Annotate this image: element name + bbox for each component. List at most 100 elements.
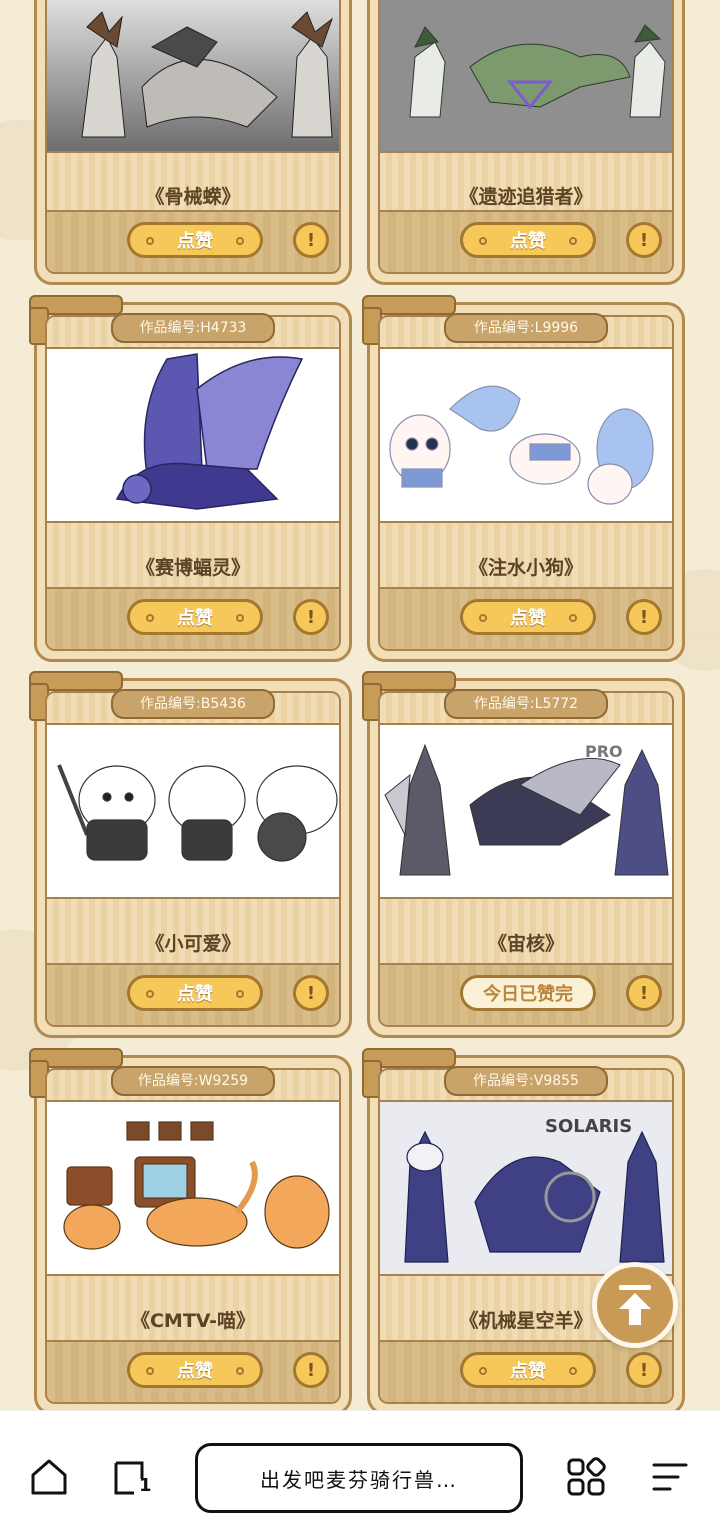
like-button[interactable]: 点赞 — [127, 975, 263, 1011]
apps-grid-icon[interactable] — [566, 1457, 606, 1497]
card-frame: PRO 《宙核》 今日已赞完 ! — [378, 691, 674, 1027]
decor-dot — [236, 237, 244, 245]
artwork-card: 作品编号:V9855 SOLARIS 《机械星空羊》 点赞 ! — [362, 1048, 685, 1415]
like-label: 点赞 — [510, 231, 546, 252]
watermark-text: SOLARIS — [545, 1116, 632, 1137]
decor-dot — [569, 614, 577, 622]
artwork-image[interactable]: SOLARIS — [380, 1100, 672, 1276]
artwork-illustration: SOLARIS — [404, 1116, 665, 1263]
card-frame: 《小可爱》 点赞 ! — [45, 691, 341, 1027]
card-footer: 点赞 ! — [47, 1340, 339, 1402]
like-label: 今日已赞完 — [483, 984, 573, 1005]
browser-bottom-bar: 1 出发吧麦芬骑行兽… — [0, 1410, 720, 1526]
artwork-id-badge: 作品编号:V9855 — [444, 1066, 608, 1096]
pipe-decoration — [362, 1048, 456, 1098]
decor-dot — [569, 237, 577, 245]
artwork-illustration — [63, 1121, 330, 1250]
decor-dot — [146, 614, 154, 622]
artwork-image[interactable] — [380, 347, 672, 523]
card-frame: 《遗迹追猎者》 点赞 ! — [378, 0, 674, 274]
artwork-card: 《遗迹追猎者》 点赞 ! — [367, 0, 685, 285]
like-button[interactable]: 点赞 — [127, 222, 263, 258]
pipe-decoration — [29, 295, 123, 345]
report-button[interactable]: ! — [293, 222, 329, 258]
card-footer: 点赞 ! — [47, 210, 339, 272]
home-icon[interactable] — [29, 1457, 69, 1497]
artwork-image[interactable]: PRO — [380, 723, 672, 899]
report-button[interactable]: ! — [626, 975, 662, 1011]
report-button[interactable]: ! — [626, 222, 662, 258]
artwork-card: 作品编号:L9996 《注水小狗》 点赞 ! — [362, 295, 685, 662]
card-frame: 《CMTV-喵》 点赞 ! — [45, 1068, 341, 1404]
like-label: 点赞 — [177, 231, 213, 252]
artwork-illustration: PRO — [384, 742, 669, 876]
artwork-id-badge: 作品编号:L9996 — [444, 313, 608, 343]
artwork-image[interactable] — [380, 0, 672, 153]
warning-icon: ! — [306, 229, 316, 251]
arrow-to-top-icon — [619, 1285, 651, 1325]
artwork-id-badge: 作品编号:L5772 — [444, 689, 608, 719]
warning-icon: ! — [639, 606, 649, 628]
card-frame: 《赛博蝠灵》 点赞 ! — [45, 315, 341, 651]
card-footer: 点赞 ! — [380, 1340, 672, 1402]
pipe-decoration — [362, 671, 456, 721]
artwork-id-badge: 作品编号:H4733 — [111, 313, 275, 343]
page-title: 出发吧麦芬骑行兽… — [260, 1467, 458, 1492]
artwork-image[interactable] — [47, 723, 339, 899]
like-button[interactable]: 今日已赞完 — [460, 975, 596, 1011]
artwork-card: 《骨械蝾》 点赞 ! — [34, 0, 352, 285]
like-label: 点赞 — [177, 1361, 213, 1382]
artwork-illustration — [57, 764, 338, 862]
warning-icon: ! — [639, 229, 649, 251]
like-button[interactable]: 点赞 — [127, 1352, 263, 1388]
like-button[interactable]: 点赞 — [460, 222, 596, 258]
card-frame: 《骨械蝾》 点赞 ! — [45, 0, 341, 274]
card-footer: 点赞 ! — [47, 963, 339, 1025]
like-label: 点赞 — [510, 1361, 546, 1382]
report-button[interactable]: ! — [293, 975, 329, 1011]
artwork-card: 作品编号:B5436 《小可爱》 点赞 ! — [29, 671, 352, 1038]
report-button[interactable]: ! — [293, 599, 329, 635]
pipe-decoration — [362, 295, 456, 345]
decor-dot — [236, 614, 244, 622]
artwork-id-badge: 作品编号:W9259 — [111, 1066, 275, 1096]
artwork-card: 作品编号:L5772 PRO 《宙核》 今日已赞完 ! — [362, 671, 685, 1038]
artwork-illustration — [115, 353, 304, 510]
warning-icon: ! — [639, 982, 649, 1004]
address-bar[interactable]: 出发吧麦芬骑行兽… — [195, 1443, 523, 1513]
menu-icon[interactable] — [650, 1457, 690, 1497]
decor-dot — [479, 237, 487, 245]
artwork-id-badge: 作品编号:B5436 — [111, 689, 275, 719]
tabs-button[interactable]: 1 — [112, 1457, 152, 1497]
watermark-text: PRO — [585, 742, 623, 761]
decor-dot — [236, 1367, 244, 1375]
pipe-decoration — [29, 671, 123, 721]
artwork-image[interactable] — [47, 347, 339, 523]
artwork-image[interactable] — [47, 1100, 339, 1276]
like-label: 点赞 — [510, 608, 546, 629]
like-button[interactable]: 点赞 — [127, 599, 263, 635]
decor-dot — [146, 990, 154, 998]
card-footer: 点赞 ! — [380, 587, 672, 649]
like-label: 点赞 — [177, 984, 213, 1005]
artwork-image[interactable] — [47, 0, 339, 153]
report-button[interactable]: ! — [293, 1352, 329, 1388]
tab-count: 1 — [139, 1475, 152, 1496]
like-button[interactable]: 点赞 — [460, 1352, 596, 1388]
warning-icon: ! — [306, 982, 316, 1004]
card-frame: 《注水小狗》 点赞 ! — [378, 315, 674, 651]
card-footer: 点赞 ! — [47, 587, 339, 649]
decor-dot — [236, 990, 244, 998]
artwork-illustration — [409, 24, 666, 118]
report-button[interactable]: ! — [626, 1352, 662, 1388]
artwork-card: 作品编号:W9259 《CMTV-喵》 点赞 ! — [29, 1048, 352, 1415]
scroll-to-top-button[interactable] — [592, 1262, 678, 1348]
like-button[interactable]: 点赞 — [460, 599, 596, 635]
warning-icon: ! — [639, 1359, 649, 1381]
decor-dot — [569, 1367, 577, 1375]
decor-dot — [479, 1367, 487, 1375]
decor-dot — [146, 237, 154, 245]
decor-dot — [146, 1367, 154, 1375]
report-button[interactable]: ! — [626, 599, 662, 635]
warning-icon: ! — [306, 1359, 316, 1381]
